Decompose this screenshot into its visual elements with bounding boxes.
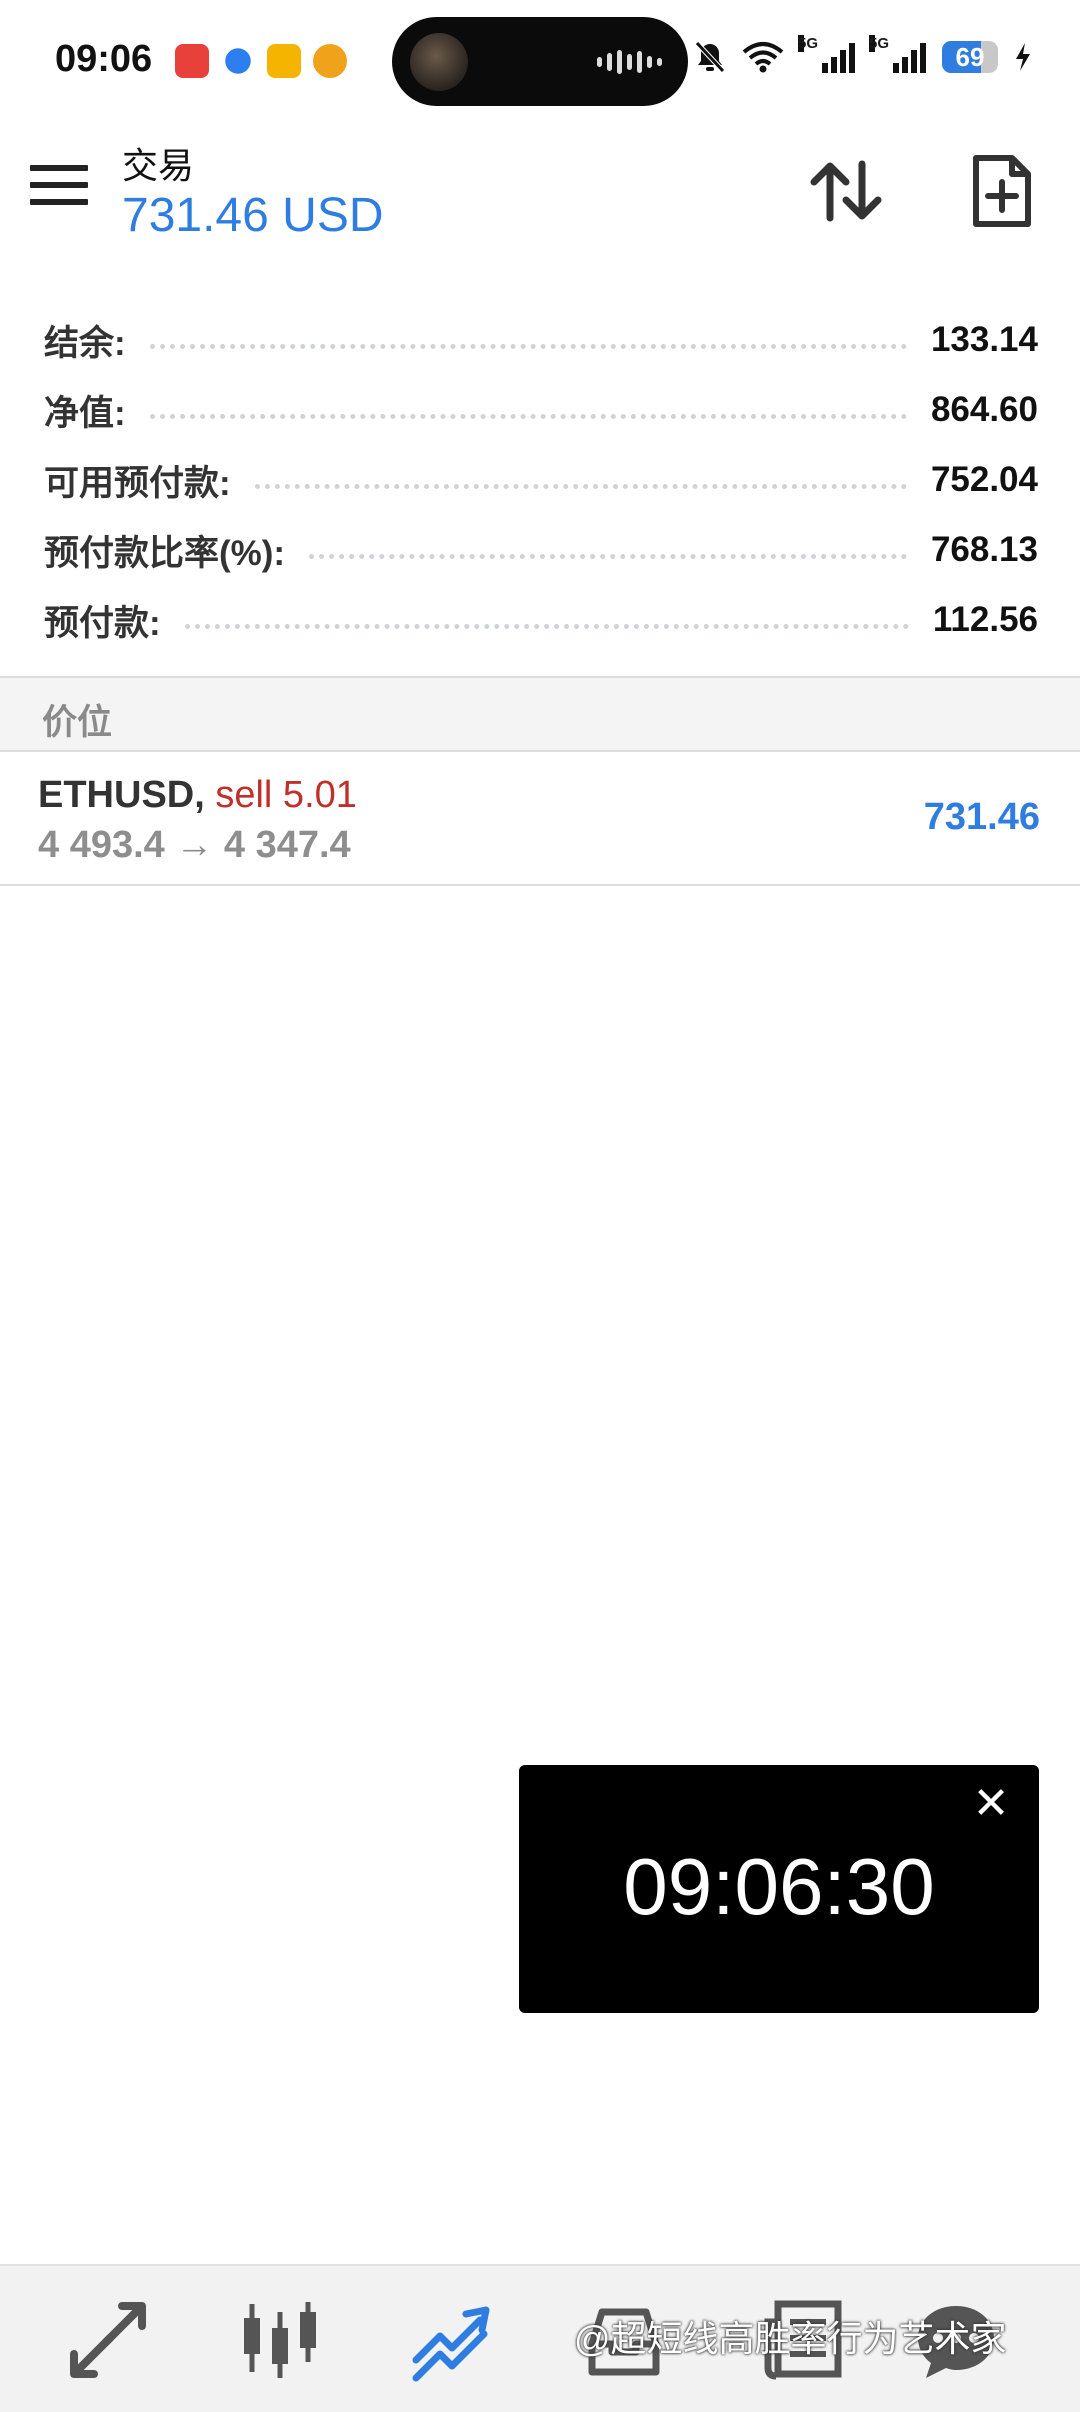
- network-tag: 5G: [869, 35, 890, 52]
- position-symbol: ETHUSD: [38, 774, 195, 816]
- position-separator: ,: [194, 774, 205, 816]
- close-icon[interactable]: ✕: [971, 1782, 1011, 1826]
- summary-value: 133.14: [930, 320, 1038, 359]
- position-row[interactable]: ETHUSD, sell 5.01 4 493.4 → 4 347.4 731.…: [0, 752, 1080, 886]
- trade-icon[interactable]: [410, 2298, 494, 2382]
- dotted-leader: [254, 483, 907, 489]
- dotted-leader: [149, 413, 907, 419]
- chart-icon[interactable]: [238, 2298, 322, 2382]
- signal-5g-icon: 5G: [869, 35, 926, 73]
- floating-clock-time: 09:06:30: [623, 1842, 935, 1931]
- summary-row-equity: 净值: 864.60: [0, 375, 1080, 445]
- charging-icon: [1016, 43, 1030, 71]
- weibo-notification-icon: [313, 44, 347, 78]
- floating-clock-widget[interactable]: ✕ 09:06:30: [519, 1765, 1039, 2013]
- summary-label: 预付款:: [44, 603, 161, 643]
- menu-icon: [30, 165, 88, 171]
- summary-value: 864.60: [930, 390, 1038, 429]
- summary-row-free-margin: 可用预付款: 752.04: [0, 445, 1080, 515]
- dotted-leader: [149, 343, 907, 349]
- summary-label: 预付款比率(%):: [44, 533, 286, 573]
- wifi-icon: [742, 42, 784, 73]
- position-prices: 4 493.4 → 4 347.4: [38, 824, 351, 866]
- account-summary: 结余: 133.14 净值: 864.60 可用预付款: 752.04 预付款比…: [0, 305, 1080, 655]
- page-title: 交易: [122, 145, 195, 186]
- dynamic-island[interactable]: [392, 17, 688, 106]
- app-notification-icon: [175, 44, 209, 78]
- menu-button[interactable]: [30, 165, 88, 211]
- media-avatar: [410, 33, 468, 91]
- section-header-positions: 价位: [0, 676, 1080, 752]
- position-profit: 731.46: [923, 796, 1040, 838]
- system-icons: 5G 5G 69: [694, 35, 1032, 74]
- header-balance: 731.46 USD: [122, 189, 384, 242]
- mail-notification-icon: [267, 44, 301, 78]
- summary-row-margin-level: 预付款比率(%): 768.13: [0, 515, 1080, 585]
- dotted-leader: [309, 553, 907, 559]
- section-title: 价位: [42, 703, 113, 742]
- position-title: ETHUSD, sell 5.01: [38, 774, 357, 817]
- notification-icons: [175, 44, 347, 78]
- position-side: sell 5.01: [215, 774, 357, 816]
- dotted-leader: [184, 623, 909, 629]
- summary-label: 结余:: [44, 323, 126, 363]
- battery-icon: 69: [942, 41, 998, 73]
- network-tag: 5G: [798, 35, 819, 52]
- summary-value: 112.56: [932, 600, 1038, 639]
- browser-notification-icon: [225, 48, 251, 74]
- quotes-icon[interactable]: [66, 2298, 150, 2382]
- battery-level: 69: [955, 42, 985, 72]
- summary-row-balance: 结余: 133.14: [0, 305, 1080, 375]
- new-document-icon[interactable]: [972, 154, 1032, 228]
- watermark: @超短线高胜率行为艺术家: [574, 2318, 1007, 2359]
- sort-icon[interactable]: [808, 158, 884, 224]
- summary-value: 768.13: [930, 530, 1038, 569]
- signal-5g-icon: 5G: [798, 35, 855, 73]
- summary-row-margin: 预付款: 112.56: [0, 585, 1080, 655]
- summary-value: 752.04: [930, 460, 1038, 499]
- audio-wave-icon: [597, 49, 662, 75]
- status-time: 09:06: [55, 38, 153, 80]
- mute-bell-icon: [695, 41, 725, 73]
- status-bar: 09:06 5G 5G 69: [0, 0, 1080, 124]
- summary-label: 净值:: [44, 393, 126, 433]
- summary-label: 可用预付款:: [44, 463, 231, 503]
